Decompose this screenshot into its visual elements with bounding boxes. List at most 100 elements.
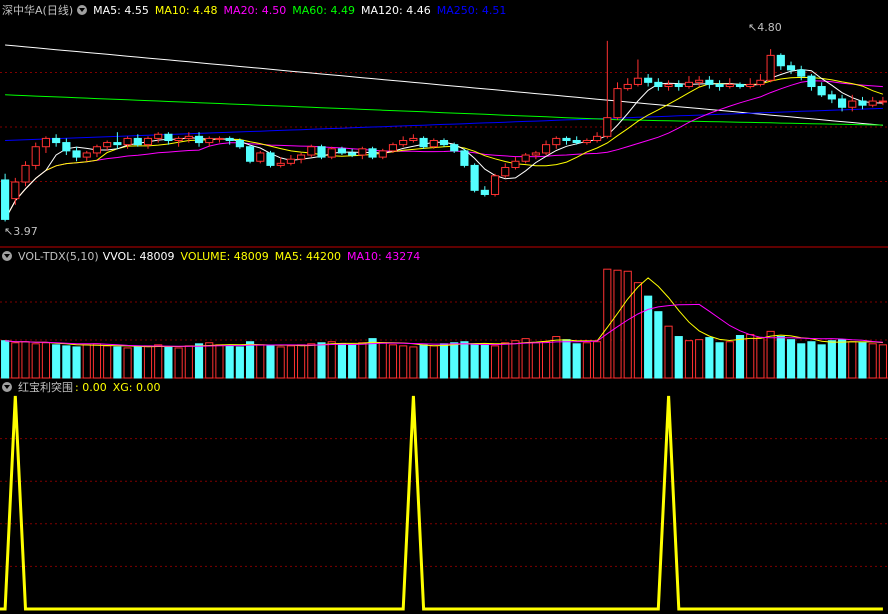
candle-body [164,133,173,141]
candle-body [409,137,418,141]
candle-body [868,100,877,106]
volume-bar [41,342,51,379]
volume-bar [409,346,418,379]
volume-bar [725,341,734,379]
candle-body [593,135,602,141]
signal-line [0,395,883,611]
volume-bar [797,343,806,379]
volume-bar [858,342,867,379]
volume-bar [613,269,622,379]
candle-body [307,146,316,156]
volume-bar [286,345,295,379]
candle-body [878,100,887,103]
main-indicator-0: MA5: 4.55 [93,4,149,17]
volume-bar [664,325,673,379]
main-indicator-2: MA20: 4.50 [223,4,287,17]
candle-body [41,137,51,148]
volume-bar [450,342,459,379]
volume-bar [633,282,643,379]
volume-bar [878,344,887,379]
volume-bar [215,344,224,379]
volume-bar [674,336,683,379]
candle-body [215,137,224,140]
dropdown-icon[interactable] [2,382,12,392]
volume-bar [766,330,775,379]
candle-body [11,181,20,200]
volume-bar [623,270,632,379]
volume-bar [348,344,357,379]
candle-body [654,81,663,88]
candle-body [562,137,571,141]
candle-body [154,133,163,139]
candle-body [123,137,132,146]
volume-bar [827,340,836,379]
candle-body [603,117,612,137]
volume-bar [123,347,132,379]
volume-bar [368,338,377,379]
volume-bar [266,345,275,379]
volume-bar [82,344,91,379]
main-indicator-1: MA10: 4.48 [154,4,218,17]
candle-body [388,144,398,152]
candle-body [450,144,459,152]
volume-bar [552,336,561,379]
candle-body [327,148,336,158]
volume-bar [21,341,30,379]
volume-bar [11,342,20,379]
volume-bar [399,345,408,379]
dropdown-icon[interactable] [77,5,88,15]
volume-bar [52,344,61,379]
candle-body [419,137,428,148]
volume-bar [205,342,214,379]
stock-title[interactable]: 深中华A(日线) [2,4,73,17]
volume-bar [480,344,489,379]
candle-body [501,166,510,177]
candle-body [194,135,204,144]
volume-bar [848,341,857,379]
main-indicator-4: MA120: 4.46 [360,4,431,17]
volume-bar [225,345,234,379]
candle-body [103,142,112,148]
candle-body [31,146,40,166]
candle-body [827,94,836,100]
candle-body [644,77,653,83]
volume-bar [133,346,142,379]
volume-bar [235,346,244,379]
candle-body [460,150,469,166]
volume-bar [837,339,847,379]
volume-bar [256,344,265,379]
signal-panel-header: 红宝利突围: 0.00 XG: 0.00 [2,381,172,395]
candle-body [746,83,755,88]
candle-body [143,137,153,146]
volume-bar [154,344,163,379]
candle-body [113,142,122,146]
candle-body [82,152,91,158]
main-panel-header: 深中华A(日线) MA5: 4.55 MA10: 4.48 MA20: 4.50 MA6… [2,4,518,18]
volume-bar [705,337,714,379]
candle-body [531,152,540,156]
volume-bar [521,338,530,379]
volume-bar [817,344,826,379]
volume-bar [470,343,479,379]
ma250-line [5,107,883,141]
volume-bar [582,342,591,379]
candle-body [235,139,244,148]
candle-body [572,139,581,144]
candle-body [358,148,367,156]
volume-bar [511,340,520,379]
signal-title[interactable]: 红宝利突围 [18,381,73,394]
candle-body [348,152,357,156]
volume-indicators: VVOL: 48009 VOLUME: 48009 MA5: 44200 MA10: … [103,250,427,263]
volume-title[interactable]: VOL-TDX(5,10) [18,250,99,263]
volume-bar [317,342,326,379]
candle-body [664,83,673,88]
dropdown-icon[interactable] [2,251,12,261]
candle-body [786,65,796,71]
volume-bar [654,311,663,379]
candle-body [92,146,102,154]
volume-bar [490,345,500,379]
candle-body [245,146,255,162]
candle-body [858,100,867,106]
volume-bar [174,347,183,379]
candle-body [725,83,734,88]
